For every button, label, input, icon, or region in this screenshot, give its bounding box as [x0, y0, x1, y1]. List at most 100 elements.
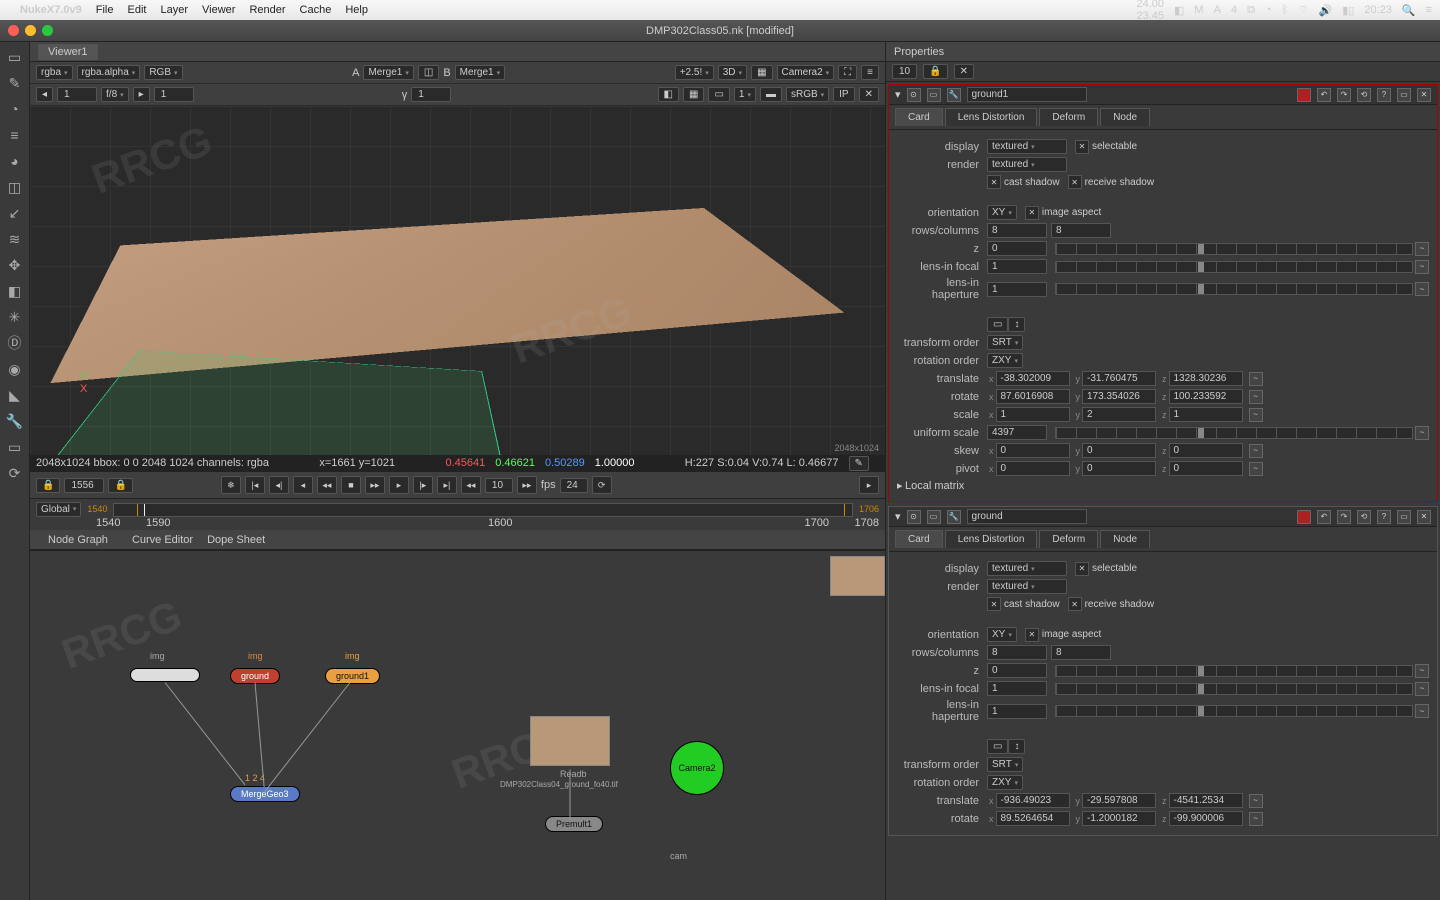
clock-icon[interactable]: ◔: [6, 100, 24, 118]
timemachine-icon[interactable]: ◔: [1265, 4, 1272, 16]
loop-icon[interactable]: ⟳: [592, 476, 612, 494]
float-icon[interactable]: ▭: [1397, 88, 1411, 102]
anim-icon[interactable]: ~: [1249, 390, 1263, 404]
focal-slider[interactable]: [1055, 683, 1413, 695]
node-premult[interactable]: Premult1: [545, 816, 603, 832]
orient-dd[interactable]: XY: [987, 627, 1017, 642]
uniform-slider[interactable]: [1055, 427, 1413, 439]
rorder-dd[interactable]: ZXY: [987, 353, 1023, 368]
next-btn[interactable]: ▸: [133, 87, 150, 102]
select-icon[interactable]: ▭: [6, 48, 24, 66]
menu-viewer[interactable]: Viewer: [202, 4, 235, 16]
anim-icon[interactable]: ~: [1415, 260, 1429, 274]
rows-fld[interactable]: 8: [987, 645, 1047, 660]
aspect-chk[interactable]: image aspect: [1025, 628, 1101, 642]
pause-icon[interactable]: ✕: [859, 87, 879, 102]
a-node-dd[interactable]: Merge1: [363, 65, 413, 80]
grid-btn[interactable]: ▦: [751, 65, 772, 80]
settings-icon[interactable]: ≡: [861, 65, 879, 80]
py[interactable]: 0: [1082, 461, 1156, 476]
lock-frame-icon[interactable]: 🔒: [36, 478, 60, 493]
current-frame[interactable]: 1556: [64, 478, 104, 493]
step-fwd-btn[interactable]: ▸: [389, 476, 409, 494]
z-slider[interactable]: [1055, 243, 1413, 255]
focal-fld[interactable]: 1: [987, 681, 1047, 696]
lock-icon[interactable]: ⛶: [838, 65, 857, 80]
channels-dd[interactable]: rgba: [36, 65, 73, 80]
selectable-chk[interactable]: selectable: [1075, 140, 1137, 154]
play-back-btn[interactable]: ◂◂: [317, 476, 337, 494]
nodegraph-canvas[interactable]: RRCG RRCG img img img ground ground1 1 2…: [30, 550, 885, 900]
lock-props-icon[interactable]: 🔒: [923, 64, 947, 79]
node-icon[interactable]: ▭: [927, 510, 941, 524]
menu-cache[interactable]: Cache: [300, 4, 332, 16]
tray-a-icon[interactable]: A: [1214, 4, 1221, 16]
node-read-thumb[interactable]: [530, 716, 610, 766]
zebra-btn[interactable]: ▦: [683, 87, 704, 102]
node-name-field[interactable]: [967, 87, 1087, 102]
adobe-icon[interactable]: ◧: [1174, 4, 1184, 17]
orient-dd[interactable]: XY: [987, 205, 1017, 220]
anim-icon[interactable]: ~: [1249, 372, 1263, 386]
skx[interactable]: 0: [996, 443, 1070, 458]
cube-icon[interactable]: ◧: [6, 282, 24, 300]
wrench2-icon[interactable]: 🔧: [947, 510, 961, 524]
anim-icon[interactable]: ~: [1249, 408, 1263, 422]
tray-num-icon[interactable]: 4: [1231, 4, 1237, 16]
anim-icon[interactable]: ~: [1415, 242, 1429, 256]
menu-layer[interactable]: Layer: [160, 4, 188, 16]
local-matrix[interactable]: Local matrix: [905, 480, 964, 492]
pen-icon[interactable]: ✎: [6, 74, 24, 92]
anim-icon[interactable]: ~: [1415, 682, 1429, 696]
import-btn[interactable]: ▭: [987, 317, 1008, 332]
ry[interactable]: -1.2000182: [1082, 811, 1156, 826]
deep-icon[interactable]: Ⓓ: [6, 334, 24, 352]
tab-nodegraph[interactable]: Node Graph: [38, 532, 118, 548]
refresh-icon[interactable]: ⟳: [6, 464, 24, 482]
app-name[interactable]: NukeX7.0v9: [20, 4, 82, 16]
fstop-dd[interactable]: f/8: [101, 87, 129, 102]
viewer-tab[interactable]: Viewer1: [38, 44, 98, 60]
color-swatch[interactable]: [1297, 88, 1311, 102]
hap-fld[interactable]: 1: [987, 282, 1047, 297]
b-node-dd[interactable]: Merge1: [455, 65, 505, 80]
tab-card[interactable]: Card: [895, 530, 943, 548]
aspect-chk[interactable]: image aspect: [1025, 206, 1101, 220]
timeline-track[interactable]: [113, 503, 853, 517]
scale-dd[interactable]: +2.5!: [675, 65, 714, 80]
viewer-canvas[interactable]: YX 2048x1024 RRCG RRCG: [30, 106, 885, 455]
rewind-btn[interactable]: ◂◂: [461, 476, 481, 494]
playhead[interactable]: [144, 504, 145, 516]
range-dd[interactable]: Global: [36, 502, 81, 517]
max-panels[interactable]: 10: [892, 64, 917, 79]
step-back-btn[interactable]: ◂: [293, 476, 313, 494]
selectable-chk[interactable]: selectable: [1075, 562, 1137, 576]
cols-fld[interactable]: 8: [1051, 645, 1111, 660]
wrench2-icon[interactable]: 🔧: [947, 88, 961, 102]
torder-dd[interactable]: SRT: [987, 335, 1023, 350]
undo-icon[interactable]: ↶: [1317, 88, 1331, 102]
camera-dd[interactable]: Camera2: [777, 65, 835, 80]
px[interactable]: 0: [996, 461, 1070, 476]
sky[interactable]: 0: [1082, 443, 1156, 458]
tz[interactable]: -4541.2534: [1169, 793, 1243, 808]
node-icon[interactable]: ▭: [927, 88, 941, 102]
tab-dope-sheet[interactable]: Dope Sheet: [207, 534, 265, 546]
node-camera[interactable]: Camera2: [670, 741, 724, 795]
hap-fld[interactable]: 1: [987, 704, 1047, 719]
stop-btn[interactable]: ■: [341, 476, 361, 494]
rx[interactable]: 89.5264654: [996, 811, 1070, 826]
tab-deform[interactable]: Deform: [1039, 530, 1098, 548]
node-thumb-small[interactable]: [830, 556, 885, 596]
redo-icon[interactable]: ↷: [1337, 510, 1351, 524]
sx[interactable]: 1: [996, 407, 1070, 422]
ip-btn[interactable]: IP: [833, 87, 854, 102]
uniform-fld[interactable]: 4397: [987, 425, 1047, 440]
proxy-btn[interactable]: ▬: [760, 87, 782, 102]
wrench-icon[interactable]: 🔧: [6, 412, 24, 430]
revert-icon[interactable]: ⟲: [1357, 88, 1371, 102]
snap-btn[interactable]: ↕: [1008, 739, 1025, 754]
arrow-icon[interactable]: ↙: [6, 204, 24, 222]
anim-icon[interactable]: ~: [1415, 704, 1429, 718]
clock[interactable]: 20:23: [1364, 4, 1392, 16]
